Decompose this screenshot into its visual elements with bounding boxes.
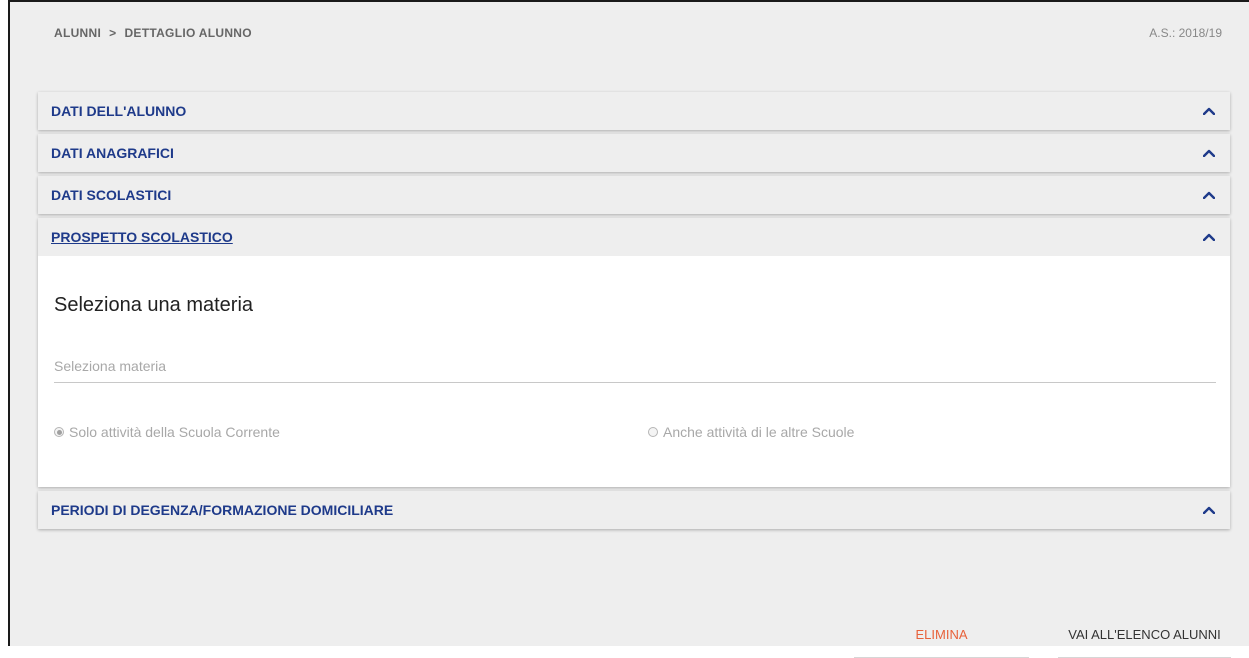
breadcrumb-current: DETTAGLIO ALUNNO bbox=[124, 26, 252, 40]
panel-header-prospetto-scolastico[interactable]: PROSPETTO SCOLASTICO bbox=[38, 218, 1230, 256]
panel-body-prospetto: Seleziona una materia Solo attività dell… bbox=[38, 256, 1230, 487]
radio-current-school-label: Solo attività della Scuola Corrente bbox=[69, 424, 280, 440]
panel-header-dati-alunno[interactable]: DATI DELL'ALUNNO bbox=[38, 92, 1230, 130]
breadcrumb-root[interactable]: ALUNNI bbox=[54, 26, 101, 40]
school-year-label: A.S.: 2018/19 bbox=[1149, 26, 1222, 40]
radio-checked-icon[interactable] bbox=[54, 427, 64, 437]
breadcrumb-separator: > bbox=[109, 26, 117, 40]
panel-periodi-degenza: PERIODI DI DEGENZA/FORMAZIONE DOMICILIAR… bbox=[38, 491, 1230, 529]
panel-title: PROSPETTO SCOLASTICO bbox=[51, 229, 233, 245]
panel-header-dati-scolastici[interactable]: DATI SCOLASTICI bbox=[38, 176, 1230, 214]
panel-header-periodi-degenza[interactable]: PERIODI DI DEGENZA/FORMAZIONE DOMICILIAR… bbox=[38, 491, 1230, 529]
chevron-up-icon[interactable] bbox=[1202, 232, 1216, 242]
breadcrumb: ALUNNI > DETTAGLIO ALUNNO bbox=[54, 26, 252, 40]
back-to-list-button[interactable]: VAI ALL'ELENCO ALUNNI bbox=[1058, 625, 1231, 658]
panel-prospetto-scolastico: PROSPETTO SCOLASTICO Seleziona una mater… bbox=[38, 218, 1230, 487]
panel-dati-anagrafici: DATI ANAGRAFICI bbox=[38, 134, 1230, 172]
top-bar: ALUNNI > DETTAGLIO ALUNNO A.S.: 2018/19 bbox=[10, 2, 1249, 62]
chevron-up-icon[interactable] bbox=[1202, 148, 1216, 158]
chevron-up-icon[interactable] bbox=[1202, 190, 1216, 200]
radio-current-school[interactable]: Solo attività della Scuola Corrente bbox=[54, 424, 280, 440]
chevron-up-icon[interactable] bbox=[1202, 505, 1216, 515]
panel-title: DATI ANAGRAFICI bbox=[51, 145, 174, 161]
panel-title: PERIODI DI DEGENZA/FORMAZIONE DOMICILIAR… bbox=[51, 502, 394, 518]
panel-dati-scolastici: DATI SCOLASTICI bbox=[38, 176, 1230, 214]
select-subject-heading: Seleziona una materia bbox=[54, 294, 254, 316]
radio-other-schools-label: Anche attività di le altre Scuole bbox=[663, 424, 855, 440]
app-frame: ALUNNI > DETTAGLIO ALUNNO A.S.: 2018/19 DA… bbox=[8, 0, 1249, 658]
panel-header-dati-anagrafici[interactable]: DATI ANAGRAFICI bbox=[38, 134, 1230, 172]
panel-dati-alunno: DATI DELL'ALUNNO bbox=[38, 92, 1230, 130]
radio-unchecked-icon[interactable] bbox=[648, 427, 658, 437]
chevron-up-icon[interactable] bbox=[1202, 106, 1216, 116]
subject-select-input[interactable] bbox=[54, 350, 1216, 383]
radio-other-schools[interactable]: Anche attività di le altre Scuole bbox=[648, 424, 854, 440]
panel-title: DATI SCOLASTICI bbox=[51, 187, 172, 203]
panel-title: DATI DELL'ALUNNO bbox=[51, 103, 187, 119]
accordion: DATI DELL'ALUNNO DATI ANAGRAFICI DATI SC… bbox=[38, 92, 1230, 533]
delete-button[interactable]: ELIMINA bbox=[854, 625, 1029, 658]
